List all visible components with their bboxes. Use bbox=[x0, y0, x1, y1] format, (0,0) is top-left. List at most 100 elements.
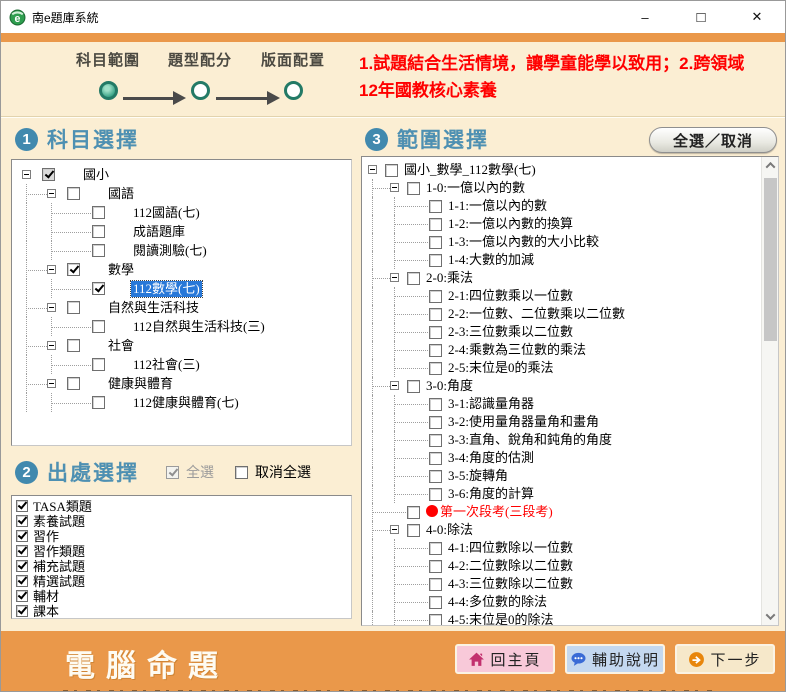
tree-item[interactable]: 數學 bbox=[22, 260, 351, 279]
tree-item-label[interactable]: 4-5:末位是0的除法 bbox=[446, 612, 555, 626]
tree-checkbox[interactable] bbox=[407, 380, 420, 393]
tree-item[interactable]: 3-1:認識量角器 bbox=[368, 395, 778, 413]
tree-checkbox[interactable] bbox=[429, 326, 442, 339]
tree-item-label[interactable]: 健康與體育 bbox=[106, 376, 175, 392]
tree-checkbox[interactable] bbox=[407, 272, 420, 285]
tree-item[interactable]: 2-4:乘數為三位數的乘法 bbox=[368, 341, 778, 359]
tree-checkbox[interactable] bbox=[407, 182, 420, 195]
collapse-minus-icon[interactable] bbox=[22, 170, 31, 179]
tree-item[interactable]: 4-0:除法 bbox=[368, 521, 778, 539]
tree-expander[interactable] bbox=[47, 298, 67, 317]
tree-item[interactable]: 4-2:二位數除以二位數 bbox=[368, 557, 778, 575]
tree-item[interactable]: 2-1:四位數乘以一位數 bbox=[368, 287, 778, 305]
collapse-minus-icon[interactable] bbox=[47, 303, 56, 312]
tree-item[interactable]: 3-5:旋轉角 bbox=[368, 467, 778, 485]
tree-item[interactable]: 112健康與體育(七) bbox=[22, 393, 351, 412]
tree-item-label[interactable]: 2-3:三位數乘以二位數 bbox=[446, 324, 575, 340]
collapse-minus-icon[interactable] bbox=[390, 273, 399, 282]
list-item-checkbox[interactable] bbox=[16, 590, 28, 602]
deselect-all-checkbox[interactable] bbox=[235, 466, 248, 479]
tree-expander[interactable] bbox=[390, 179, 407, 197]
list-item-checkbox[interactable] bbox=[16, 545, 28, 557]
tree-item-label[interactable]: 3-2:使用量角器量角和畫角 bbox=[446, 414, 601, 430]
next-step-button[interactable]: 下一步 bbox=[675, 644, 775, 674]
tree-item-label[interactable]: 112國語(七) bbox=[131, 205, 202, 221]
tree-item[interactable]: 112數學(七) bbox=[22, 279, 351, 298]
tree-checkbox[interactable] bbox=[67, 263, 80, 276]
tree-checkbox[interactable] bbox=[429, 398, 442, 411]
tree-item-label[interactable]: 1-1:一億以內的數 bbox=[446, 198, 549, 214]
tree-checkbox[interactable] bbox=[92, 206, 105, 219]
list-item-checkbox[interactable] bbox=[16, 575, 28, 587]
list-item[interactable]: 課本 bbox=[16, 603, 351, 618]
tree-checkbox[interactable] bbox=[92, 320, 105, 333]
tree-item-label[interactable]: 閱讀測驗(七) bbox=[131, 243, 209, 259]
tree-item-label[interactable]: 數學 bbox=[106, 262, 136, 278]
list-item-checkbox[interactable] bbox=[16, 500, 28, 512]
minimize-button[interactable]: – bbox=[617, 1, 673, 33]
tree-item-label[interactable]: 1-4:大數的加減 bbox=[446, 252, 536, 268]
tree-checkbox[interactable] bbox=[429, 596, 442, 609]
tree-checkbox[interactable] bbox=[429, 470, 442, 483]
tree-item-label[interactable]: 4-1:四位數除以一位數 bbox=[446, 540, 575, 556]
collapse-minus-icon[interactable] bbox=[390, 381, 399, 390]
tree-item-label[interactable]: 國小_數學_112數學(七) bbox=[402, 162, 538, 178]
tree-checkbox[interactable] bbox=[429, 560, 442, 573]
tree-checkbox[interactable] bbox=[429, 290, 442, 303]
tree-checkbox[interactable] bbox=[429, 578, 442, 591]
tree-item[interactable]: 112國語(七) bbox=[22, 203, 351, 222]
tree-item-label[interactable]: 1-0:一億以內的數 bbox=[424, 180, 527, 196]
tree-item[interactable]: 1-4:大數的加減 bbox=[368, 251, 778, 269]
tree-item[interactable]: 3-4:角度的估測 bbox=[368, 449, 778, 467]
tree-item[interactable]: 自然與生活科技 bbox=[22, 298, 351, 317]
tree-item-label[interactable]: 112健康與體育(七) bbox=[131, 395, 241, 411]
select-toggle-button[interactable]: 全選／取消 bbox=[649, 127, 777, 153]
tree-checkbox[interactable] bbox=[429, 434, 442, 447]
collapse-minus-icon[interactable] bbox=[390, 183, 399, 192]
tree-item[interactable]: 4-1:四位數除以一位數 bbox=[368, 539, 778, 557]
tree-item-label[interactable]: 成語題庫 bbox=[131, 224, 187, 240]
tree-checkbox[interactable] bbox=[385, 164, 398, 177]
tree-checkbox[interactable] bbox=[429, 488, 442, 501]
tree-item-label[interactable]: 112社會(三) bbox=[131, 357, 202, 373]
tree-item[interactable]: 4-3:三位數除以二位數 bbox=[368, 575, 778, 593]
tree-checkbox[interactable] bbox=[407, 506, 420, 519]
maximize-button[interactable]: □ bbox=[673, 1, 729, 33]
tree-item-label[interactable]: 4-4:多位數的除法 bbox=[446, 594, 549, 610]
tree-item[interactable]: 3-3:直角、銳角和鈍角的角度 bbox=[368, 431, 778, 449]
home-button[interactable]: 回主頁 bbox=[455, 644, 555, 674]
tree-checkbox[interactable] bbox=[67, 339, 80, 352]
tree-checkbox[interactable] bbox=[92, 244, 105, 257]
tree-item-label[interactable]: 4-2:二位數除以二位數 bbox=[446, 558, 575, 574]
tree-item-label[interactable]: 2-4:乘數為三位數的乘法 bbox=[446, 342, 588, 358]
tree-expander[interactable] bbox=[390, 521, 407, 539]
tree-checkbox[interactable] bbox=[429, 362, 442, 375]
tree-item-label[interactable]: 4-0:除法 bbox=[424, 522, 475, 538]
tree-item[interactable]: 2-0:乘法 bbox=[368, 269, 778, 287]
tree-item-label[interactable]: 3-3:直角、銳角和鈍角的角度 bbox=[446, 432, 614, 448]
tree-item[interactable]: 國小_數學_112數學(七) bbox=[368, 161, 778, 179]
tree-item[interactable]: 2-5:末位是0的乘法 bbox=[368, 359, 778, 377]
list-item[interactable]: 精選試題 bbox=[16, 573, 351, 588]
tree-item[interactable]: 3-6:角度的計算 bbox=[368, 485, 778, 503]
tree-checkbox[interactable] bbox=[407, 524, 420, 537]
list-item[interactable]: 素養試題 bbox=[16, 513, 351, 528]
tree-checkbox[interactable] bbox=[92, 396, 105, 409]
tree-item[interactable]: 健康與體育 bbox=[22, 374, 351, 393]
tree-item-label[interactable]: 4-3:三位數除以二位數 bbox=[446, 576, 575, 592]
help-button[interactable]: 輔助說明 bbox=[565, 644, 665, 674]
collapse-minus-icon[interactable] bbox=[47, 341, 56, 350]
tree-expander[interactable] bbox=[47, 184, 67, 203]
tree-item[interactable]: 社會 bbox=[22, 336, 351, 355]
tree-item[interactable]: 2-2:一位數、二位數乘以二位數 bbox=[368, 305, 778, 323]
tree-checkbox[interactable] bbox=[67, 377, 80, 390]
tree-item-label[interactable]: 2-2:一位數、二位數乘以二位數 bbox=[446, 306, 627, 322]
list-item-checkbox[interactable] bbox=[16, 605, 28, 617]
tree-item-label[interactable]: 3-4:角度的估測 bbox=[446, 450, 536, 466]
tree-checkbox[interactable] bbox=[429, 254, 442, 267]
tree-item-label[interactable]: 3-0:角度 bbox=[424, 378, 475, 394]
tree-expander[interactable] bbox=[47, 336, 67, 355]
tree-expander[interactable] bbox=[390, 377, 407, 395]
collapse-minus-icon[interactable] bbox=[47, 189, 56, 198]
tree-checkbox[interactable] bbox=[429, 200, 442, 213]
